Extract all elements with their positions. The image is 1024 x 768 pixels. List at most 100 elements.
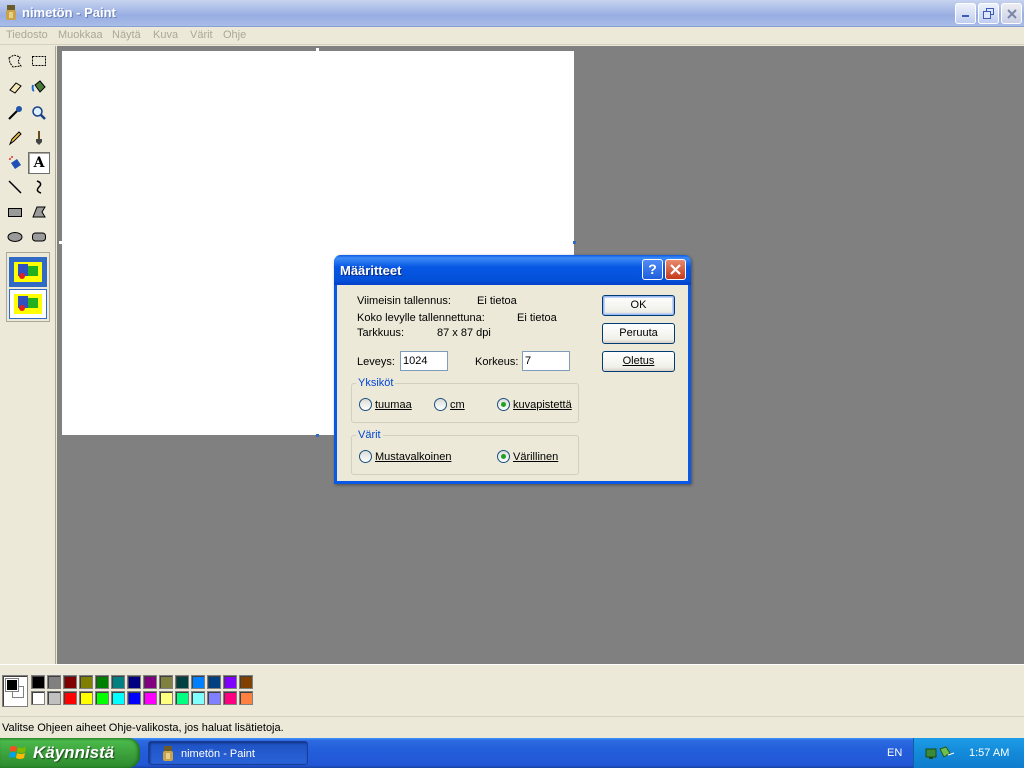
tool-pencil[interactable] <box>4 127 26 149</box>
clock[interactable]: 1:57 AM <box>969 747 1009 759</box>
taskbar-item-paint[interactable]: nimetön - Paint <box>148 741 308 765</box>
tool-line[interactable] <box>4 176 26 198</box>
palette-swatch[interactable] <box>95 675 109 689</box>
palette-swatch[interactable] <box>159 675 173 689</box>
palette-swatch[interactable] <box>143 675 157 689</box>
tool-airbrush[interactable] <box>4 152 26 174</box>
radio-colors[interactable]: Värillinen <box>497 450 558 463</box>
palette-swatch[interactable] <box>159 691 173 705</box>
eraser-icon <box>9 82 22 94</box>
resize-handle[interactable] <box>316 434 319 437</box>
start-button[interactable]: Käynnistä <box>0 738 140 768</box>
palette-swatch[interactable] <box>63 691 77 705</box>
ellipse-icon <box>7 232 23 242</box>
radio-selected-mark <box>501 402 506 407</box>
radio-dot <box>359 398 372 411</box>
radio-label: cm <box>450 398 465 411</box>
palette-swatch[interactable] <box>47 691 61 705</box>
tool-rounded-rectangle[interactable] <box>28 226 50 248</box>
tool-curve[interactable] <box>28 176 50 198</box>
status-bar: Valitse Ohjeen aiheet Ohje-valikosta, jo… <box>0 716 1024 738</box>
dialog-title-bar: Määritteet ? <box>334 255 691 285</box>
palette-swatch[interactable] <box>191 691 205 705</box>
fill-icon <box>31 80 46 93</box>
radio-black-and-white[interactable]: Mustavalkoinen <box>359 450 451 463</box>
palette-swatch[interactable] <box>207 675 221 689</box>
palette-swatch[interactable] <box>47 675 61 689</box>
attributes-dialog: Määritteet ? Viimeisin tallennus: Ei tie… <box>334 255 691 484</box>
language-indicator[interactable]: EN <box>887 747 902 759</box>
minimize-button[interactable] <box>955 3 976 24</box>
menu-view[interactable]: Näytä <box>112 29 141 41</box>
height-input[interactable] <box>522 351 570 371</box>
width-input[interactable] <box>400 351 448 371</box>
transparency-option-transparent[interactable] <box>9 289 47 319</box>
opaque-icon <box>14 262 42 282</box>
default-button[interactable]: Oletus <box>602 351 675 372</box>
palette-swatch[interactable] <box>239 691 253 705</box>
palette-swatch[interactable] <box>223 691 237 705</box>
menu-edit[interactable]: Muokkaa <box>58 29 103 41</box>
palette-swatch[interactable] <box>95 691 109 705</box>
restore-button[interactable] <box>978 3 999 24</box>
foreground-color[interactable] <box>5 678 19 692</box>
palette-swatch[interactable] <box>223 675 237 689</box>
palette-swatch[interactable] <box>111 691 125 705</box>
rounded-rectangle-icon <box>32 232 46 242</box>
palette-swatch[interactable] <box>207 691 221 705</box>
radio-label: tuumaa <box>375 398 412 411</box>
tool-pick-color[interactable] <box>4 102 26 124</box>
help-icon: ? <box>648 261 657 277</box>
tool-select[interactable] <box>28 50 50 72</box>
transparency-option-opaque[interactable] <box>9 257 47 287</box>
tool-polygon[interactable] <box>28 201 50 223</box>
tool-brush[interactable] <box>28 127 50 149</box>
menu-colors[interactable]: Värit <box>190 29 213 41</box>
tool-free-form-select[interactable] <box>4 50 26 72</box>
pencil-icon <box>8 131 22 146</box>
palette-swatch[interactable] <box>175 691 189 705</box>
menu-image[interactable]: Kuva <box>153 29 178 41</box>
menu-file[interactable]: Tiedosto <box>6 29 48 41</box>
palette-swatch[interactable] <box>63 675 77 689</box>
palette-swatch[interactable] <box>111 675 125 689</box>
radio-pixels[interactable]: kuvapistettä <box>497 398 572 411</box>
ok-button[interactable]: OK <box>602 295 675 316</box>
palette-swatch[interactable] <box>191 675 205 689</box>
radio-dot <box>497 450 510 463</box>
airbrush-icon <box>9 156 21 169</box>
radio-label: Mustavalkoinen <box>375 450 452 463</box>
palette-swatch[interactable] <box>31 691 45 705</box>
paint-app-icon <box>163 746 173 761</box>
dialog-help-button[interactable]: ? <box>642 259 663 280</box>
palette-swatch[interactable] <box>143 691 157 705</box>
tool-eraser[interactable] <box>4 76 26 98</box>
palette-swatch[interactable] <box>239 675 253 689</box>
taskbar-item-label: nimetön - Paint <box>181 748 255 760</box>
palette-swatch[interactable] <box>127 675 141 689</box>
tool-ellipse[interactable] <box>4 226 26 248</box>
cancel-button[interactable]: Peruuta <box>602 323 675 344</box>
line-icon <box>8 180 22 194</box>
resize-handle <box>316 48 319 51</box>
palette-swatch[interactable] <box>79 675 93 689</box>
polygon-icon <box>32 206 46 218</box>
tool-text[interactable]: A <box>28 152 50 174</box>
radio-cm[interactable]: cm <box>434 398 465 411</box>
resize-handle[interactable] <box>573 241 576 244</box>
radio-inches[interactable]: tuumaa <box>359 398 412 411</box>
tool-rectangle[interactable] <box>4 201 26 223</box>
radio-selected-mark <box>501 454 506 459</box>
tool-fill[interactable] <box>28 76 50 98</box>
menu-help[interactable]: Ohje <box>223 29 246 41</box>
dialog-close-button[interactable] <box>665 259 686 280</box>
palette-swatch[interactable] <box>79 691 93 705</box>
palette-swatch[interactable] <box>31 675 45 689</box>
last-saved-value: Ei tietoa <box>477 295 517 307</box>
palette-swatch[interactable] <box>175 675 189 689</box>
radio-dot <box>434 398 447 411</box>
tool-magnifier[interactable] <box>28 102 50 124</box>
palette-swatch[interactable] <box>127 691 141 705</box>
network-icon[interactable] <box>924 745 956 761</box>
close-button[interactable] <box>1001 3 1022 24</box>
